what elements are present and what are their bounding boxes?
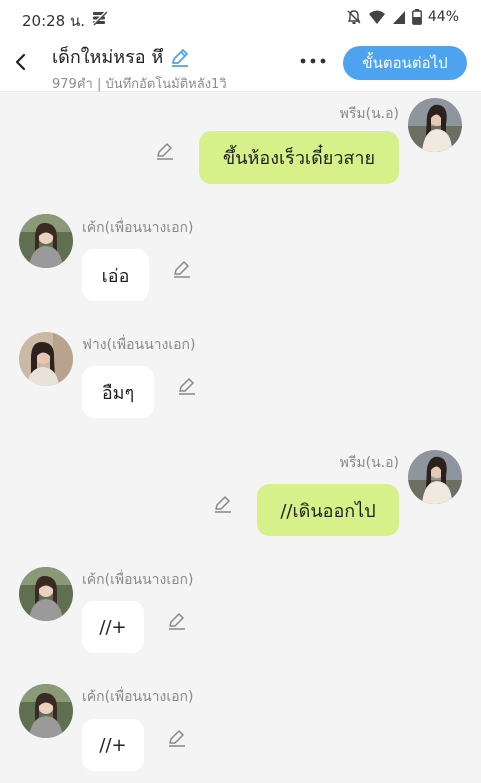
back-arrow-icon[interactable] xyxy=(10,50,32,74)
battery-icon xyxy=(411,9,422,25)
avatar[interactable] xyxy=(408,98,462,152)
sender-name: พรีม(น.อ) xyxy=(339,106,399,122)
signal-icon xyxy=(392,11,405,24)
chat-area: พรีม(น.อ) ขึ้นห้องเร็วเดี๋ยวสาย เค้ก(เพื… xyxy=(0,93,481,783)
title-block: เด็กใหม่หรอ หึ 979คำ | บันทึกอัตโนมัติหล… xyxy=(52,42,227,94)
edit-message-icon[interactable] xyxy=(212,493,234,515)
avatar[interactable] xyxy=(19,332,73,386)
story-title: เด็กใหม่หรอ หึ xyxy=(52,47,164,68)
battery-percent: 44% xyxy=(427,9,459,25)
sender-name: เค้ก(เพื่อนนางเอก) xyxy=(82,220,194,236)
edit-title-icon[interactable] xyxy=(169,46,191,68)
message-bubble[interactable]: เอ่อ xyxy=(82,249,149,301)
message-bubble[interactable]: ขึ้นห้องเร็วเดี๋ยวสาย xyxy=(199,131,399,184)
message-bubble[interactable]: อืมๆ xyxy=(82,366,154,418)
avatar[interactable] xyxy=(19,684,73,738)
word-count-autosave: 979คำ | บันทึกอัตโนมัติหลัง1วิ xyxy=(52,77,227,92)
data-saver-icon xyxy=(92,10,108,26)
sender-name: พรีม(น.อ) xyxy=(339,455,399,471)
sender-name: เค้ก(เพื่อนนางเอก) xyxy=(82,689,194,705)
message-bubble[interactable]: //+ xyxy=(82,719,144,771)
message-bubble[interactable]: //เดินออกไป xyxy=(257,484,399,536)
edit-message-icon[interactable] xyxy=(154,140,176,162)
mute-icon xyxy=(347,10,361,24)
more-options-icon[interactable] xyxy=(298,54,328,68)
status-icons: 44% xyxy=(346,9,459,25)
sender-name: เค้ก(เพื่อนนางเอก) xyxy=(82,572,194,588)
status-bar: 20:28 น. 44% xyxy=(0,0,481,36)
edit-message-icon[interactable] xyxy=(166,727,188,749)
story-title-row[interactable]: เด็กใหม่หรอ หึ xyxy=(52,42,227,71)
avatar[interactable] xyxy=(19,567,73,621)
top-bar: เด็กใหม่หรอ หึ 979คำ | บันทึกอัตโนมัติหล… xyxy=(0,36,481,92)
edit-message-icon[interactable] xyxy=(176,375,198,397)
next-step-button[interactable]: ขั้นตอนต่อไป xyxy=(343,46,467,80)
edit-message-icon[interactable] xyxy=(166,610,188,632)
sender-name: ฟาง(เพื่อนนางเอก) xyxy=(82,337,196,353)
edit-message-icon[interactable] xyxy=(171,258,193,280)
wifi-icon xyxy=(368,10,385,24)
avatar[interactable] xyxy=(408,450,462,504)
avatar[interactable] xyxy=(19,214,73,268)
message-bubble[interactable]: //+ xyxy=(82,601,144,653)
status-time: 20:28 น. xyxy=(22,12,86,30)
